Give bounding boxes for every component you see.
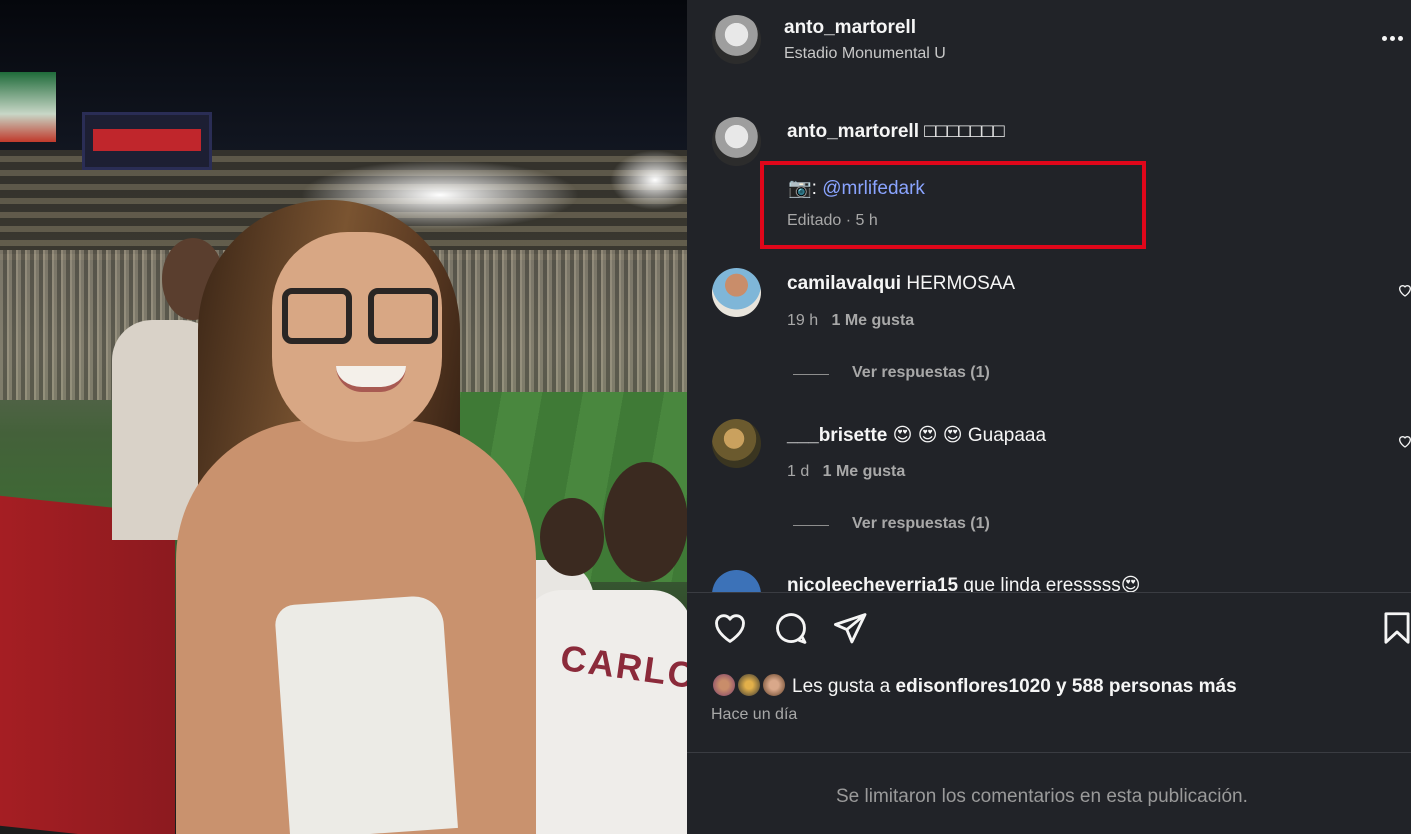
comment-avatar[interactable] <box>712 419 761 468</box>
comment-line: camilavalqui HERMOSAA <box>787 273 1015 295</box>
comment-like-heart-icon[interactable] <box>1397 282 1411 298</box>
comment-text: HERMOSAA <box>906 273 1016 294</box>
comment-like-heart-icon[interactable] <box>1397 433 1411 449</box>
post-location[interactable]: Estadio Monumental U <box>784 45 946 63</box>
author-avatar[interactable] <box>712 15 761 64</box>
likes-summary: Les gusta a edisonflores1020 y 588 perso… <box>792 676 1237 698</box>
comment-line: ___brisette 😍 😍 😍 Guapaaa <box>787 424 1046 447</box>
view-replies-button[interactable]: Ver respuestas (1) <box>852 515 990 533</box>
comment-likes[interactable]: 1 Me gusta <box>831 312 914 329</box>
caption-line: anto_martorell □□□□□□□ <box>787 121 1005 143</box>
liker-avatar[interactable] <box>761 672 787 698</box>
spectator-head <box>540 498 604 576</box>
likes-user[interactable]: edisonflores1020 <box>896 676 1051 697</box>
comment-likes[interactable]: 1 Me gusta <box>823 463 906 480</box>
footer-divider <box>687 752 1411 753</box>
post-timestamp[interactable]: Hace un día <box>711 706 797 724</box>
actions-divider <box>687 592 1411 593</box>
caption-author-avatar[interactable] <box>712 117 761 166</box>
comment-username[interactable]: nicoleecheverria15 <box>787 575 958 592</box>
red-highlight-box <box>760 161 1146 249</box>
comment-username[interactable]: camilavalqui <box>787 273 901 294</box>
heart-icon[interactable] <box>711 609 749 647</box>
comment-username[interactable]: ___brisette <box>787 425 887 446</box>
comment-avatar[interactable] <box>712 268 761 317</box>
more-options-icon[interactable] <box>1382 26 1408 50</box>
view-replies-button[interactable]: Ver respuestas (1) <box>852 364 990 382</box>
author-username[interactable]: anto_martorell <box>784 17 916 39</box>
red-banner <box>0 495 175 834</box>
bookmark-icon[interactable] <box>1378 609 1411 647</box>
comment-text: que linda eresssss😍 <box>963 575 1141 592</box>
comment-time[interactable]: 19 h <box>787 312 818 329</box>
white-top <box>274 594 458 834</box>
liker-avatar[interactable] <box>711 672 737 698</box>
comment-avatar[interactable] <box>712 570 761 592</box>
advertising-sign <box>82 112 212 170</box>
comment-meta: 19 h 1 Me gusta <box>787 312 914 330</box>
post-photo[interactable]: CARLOS <box>0 0 687 834</box>
comments-limited-note: Se limitaron los comentarios en esta pub… <box>836 786 1248 807</box>
replies-line <box>793 374 829 375</box>
caption-text: □□□□□□□ <box>924 121 1005 142</box>
liker-avatar[interactable] <box>736 672 762 698</box>
comment-meta: 1 d 1 Me gusta <box>787 463 905 481</box>
glasses <box>282 288 442 348</box>
comment-text: 😍 😍 😍 Guapaaa <box>892 425 1047 446</box>
likes-suffix[interactable]: y 588 personas más <box>1051 676 1237 697</box>
scoreboard-sign <box>0 72 56 142</box>
replies-line <box>793 525 829 526</box>
share-icon[interactable] <box>831 609 869 647</box>
spectator-front-right <box>522 590 687 834</box>
caption-author-username[interactable]: anto_martorell <box>787 121 919 142</box>
comment-time[interactable]: 1 d <box>787 463 809 480</box>
comment-line: nicoleecheverria15 que linda eresssss😍 <box>787 574 1141 592</box>
comment-partial: nicoleecheverria15 que linda eresssss😍 <box>687 566 1411 592</box>
likes-prefix: Les gusta a <box>792 676 896 697</box>
spectator-head <box>604 462 687 582</box>
comment-icon[interactable] <box>772 609 810 647</box>
